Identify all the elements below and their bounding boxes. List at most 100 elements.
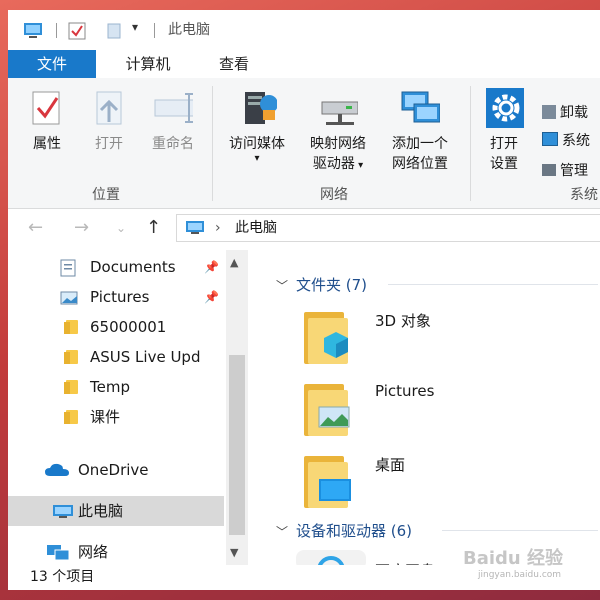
pin-icon[interactable]: 📌	[204, 282, 219, 312]
navigation-bar: ← → ⌄ ↑ › 此电脑	[8, 209, 600, 247]
map-drive-dropdown-icon: ▾	[354, 160, 364, 171]
window-title: 此电脑	[168, 22, 210, 38]
back-arrow-icon[interactable]: ←	[28, 217, 43, 238]
scrollbar-thumb[interactable]	[229, 355, 245, 535]
navigation-pane-scrollbar[interactable]: ▲ ▼	[226, 250, 248, 565]
rename-button[interactable]: 重命名	[140, 88, 206, 154]
map-drive-label-line1: 映射网络	[310, 136, 366, 152]
nav-item-onedrive[interactable]: OneDrive	[8, 455, 224, 485]
pictures-folder-icon	[304, 380, 350, 436]
open-settings-button[interactable]: 打开 设置	[478, 88, 530, 174]
tab-file[interactable]: 文件	[8, 50, 96, 78]
folder-icon	[64, 380, 78, 394]
address-separator-icon: ›	[215, 220, 221, 236]
recent-dropdown-icon[interactable]: ⌄	[116, 221, 126, 235]
nav-item-label: 65000001	[90, 318, 167, 336]
this-pc-icon	[53, 505, 73, 518]
address-bar[interactable]: › 此电脑	[176, 214, 600, 242]
open-settings-label-line2: 设置	[490, 156, 518, 172]
chevron-down-icon: ﹀	[276, 279, 289, 293]
folder-icon	[64, 350, 78, 364]
add-location-label-line2: 网络位置	[392, 156, 448, 172]
this-pc-icon	[186, 221, 204, 234]
pin-icon[interactable]: 📌	[204, 252, 219, 282]
nav-item-pictures[interactable]: Pictures 📌	[8, 282, 224, 312]
nav-item-label: OneDrive	[78, 461, 149, 479]
open-label: 打开	[95, 136, 123, 152]
folder-icon	[64, 320, 78, 334]
properties-checkbox-icon[interactable]	[68, 22, 86, 40]
folder-item-desktop[interactable]: 桌面	[296, 452, 596, 518]
nav-item-network[interactable]: 网络	[8, 537, 224, 567]
network-drive-icon	[321, 101, 358, 125]
title-separator	[154, 23, 155, 38]
address-path: 此电脑	[235, 220, 277, 236]
system-label: 系统	[562, 133, 590, 149]
tab-computer[interactable]: 计算机	[104, 50, 192, 78]
nav-item-documents[interactable]: Documents 📌	[8, 252, 224, 282]
settings-gear-icon	[486, 88, 524, 128]
add-network-location-button[interactable]: 添加一个 网络位置	[380, 88, 460, 174]
ribbon-separator	[470, 86, 471, 201]
network-location-icon	[401, 91, 440, 123]
file-explorer-window: ▾ 此电脑 文件 计算机 查看 属性 打开 重命名 位置 访问媒体 ▾ 映射网络…	[8, 10, 600, 590]
access-media-label: 访问媒体	[229, 136, 285, 152]
baidu-watermark: Baidu 经验	[463, 548, 564, 569]
group-location-label: 位置	[92, 187, 120, 203]
section-divider	[388, 284, 598, 285]
map-network-drive-button[interactable]: 映射网络 驱动器 ▾	[300, 88, 376, 176]
folder-item-pictures[interactable]: Pictures	[296, 380, 596, 446]
nav-item-label: 此电脑	[78, 502, 124, 520]
folders-section-header[interactable]: ﹀ 文件夹 (7)	[276, 274, 598, 295]
nav-item-label: 网络	[78, 543, 109, 561]
add-location-label-line1: 添加一个	[392, 136, 448, 152]
folder-name: 桌面	[375, 456, 406, 474]
watermark-url: jingyan.baidu.com	[478, 570, 562, 580]
new-folder-icon[interactable]	[106, 22, 122, 40]
up-arrow-icon[interactable]: ↑	[146, 217, 161, 238]
pictures-icon	[60, 291, 78, 305]
scroll-down-icon[interactable]: ▼	[230, 546, 238, 559]
chevron-down-icon: ﹀	[276, 525, 289, 539]
nav-item-this-pc[interactable]: 此电脑	[8, 496, 224, 526]
open-icon	[96, 91, 122, 125]
access-media-button[interactable]: 访问媒体 ▾	[218, 88, 296, 164]
ribbon-tabs: 文件 计算机 查看	[8, 50, 600, 78]
this-pc-icon	[24, 23, 42, 38]
forward-arrow-icon[interactable]: →	[74, 217, 89, 238]
properties-label: 属性	[33, 136, 61, 152]
nav-item-label: 课件	[90, 408, 121, 426]
title-bar: ▾ 此电脑	[8, 10, 600, 50]
scroll-up-icon[interactable]: ▲	[230, 256, 238, 269]
nav-item-folder[interactable]: ASUS Live Upd	[8, 342, 226, 372]
nav-item-label: Documents	[90, 258, 176, 276]
folder-name: Pictures	[375, 382, 435, 400]
ribbon-separator	[212, 86, 213, 201]
media-server-icon	[245, 92, 277, 124]
qa-dropdown-icon[interactable]: ▾	[132, 20, 138, 34]
rename-icon	[154, 93, 193, 123]
devices-section-header[interactable]: ﹀ 设备和驱动器 (6)	[276, 520, 598, 541]
properties-button[interactable]: 属性	[22, 88, 72, 154]
folders-section-title: 文件夹 (7)	[296, 276, 368, 294]
folder-name: 3D 对象	[375, 312, 431, 330]
open-button[interactable]: 打开	[84, 88, 134, 154]
ribbon: 属性 打开 重命名 位置 访问媒体 ▾ 映射网络 驱动器 ▾ 添加一个 网络位置…	[8, 78, 600, 209]
rename-label: 重命名	[152, 136, 194, 152]
section-divider	[442, 530, 598, 531]
uninstall-button[interactable]: 卸载	[542, 102, 600, 124]
system-properties-button[interactable]: 系统	[542, 130, 600, 152]
nav-item-label: Pictures	[90, 288, 150, 306]
nav-item-label: Temp	[90, 378, 130, 396]
navigation-pane: Documents 📌 Pictures 📌 65000001 ASUS Liv…	[8, 250, 248, 565]
folder-item-3d-objects[interactable]: 3D 对象	[296, 308, 596, 374]
onedrive-cloud-icon	[45, 463, 69, 476]
manage-button[interactable]: 管理	[542, 160, 600, 182]
manage-label: 管理	[560, 163, 588, 179]
nav-item-folder[interactable]: 课件	[8, 402, 224, 432]
documents-icon	[60, 259, 76, 277]
nav-item-folder[interactable]: 65000001	[8, 312, 224, 342]
nav-item-folder[interactable]: Temp	[8, 372, 224, 402]
map-drive-label-text: 驱动器	[312, 156, 355, 172]
tab-view[interactable]: 查看	[194, 50, 274, 78]
